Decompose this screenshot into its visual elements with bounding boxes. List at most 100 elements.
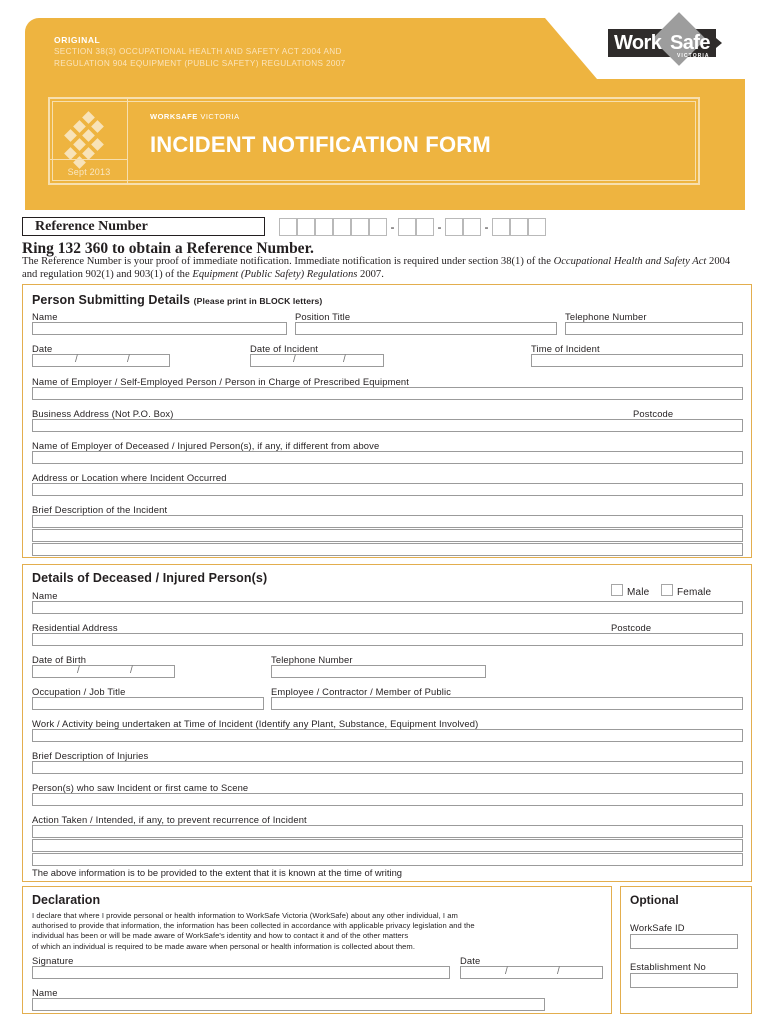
label-witnesses: Person(s) who saw Incident or first came… <box>32 782 249 793</box>
label-establishment-no: Establishment No <box>630 961 706 972</box>
title-box-left-column: Sept 2013 <box>50 99 128 183</box>
input-business-address[interactable] <box>32 419 743 432</box>
label-business-address: Business Address (Not P.O. Box) <box>32 408 174 419</box>
reference-number-box[interactable] <box>463 217 481 236</box>
label-business-postcode: Postcode <box>633 408 674 419</box>
input-witnesses[interactable] <box>32 793 743 806</box>
deceased-details-footnote: The above information is to be provided … <box>32 867 402 878</box>
reference-number-box[interactable] <box>315 217 333 236</box>
label-occupation: Occupation / Job Title <box>32 686 126 697</box>
input-residential-address[interactable] <box>32 633 743 646</box>
input-deceased-name[interactable] <box>32 601 743 614</box>
input-date-of-incident[interactable]: / / <box>250 354 384 367</box>
logo-victoria-text: VICTORIA <box>677 53 710 59</box>
reference-number-box[interactable] <box>297 217 315 236</box>
label-signature: Signature <box>32 955 74 966</box>
label-employee-type: Employee / Contractor / Member of Public <box>271 686 452 697</box>
input-employer-name[interactable] <box>32 387 743 400</box>
label-incident-location: Address or Location where Incident Occur… <box>32 472 227 483</box>
label-telephone-number: Telephone Number <box>565 311 647 322</box>
input-action-taken-line-2[interactable] <box>32 839 743 852</box>
label-employer-name: Name of Employer / Self-Employed Person … <box>32 376 410 387</box>
dob-separator-1: / <box>77 665 80 676</box>
declaration-line-2: authorised to provide that information, … <box>32 921 475 931</box>
input-incident-location[interactable] <box>32 483 743 496</box>
legal-line-2: REGULATION 904 EQUIPMENT (PUBLIC SAFETY)… <box>54 58 346 68</box>
person-submitting-heading-sub: (Please print in BLOCK letters) <box>193 296 323 306</box>
declaration-line-4: of which an individual is required to be… <box>32 941 415 951</box>
reference-number-input-boxes[interactable]: --- <box>279 217 546 236</box>
incident-notification-form-page: ORIGINAL SECTION 38(3) OCCUPATIONAL HEAL… <box>0 0 770 1024</box>
title-kicker-light: VICTORIA <box>200 112 240 121</box>
input-submitter-telephone[interactable] <box>565 322 743 335</box>
input-establishment-no[interactable] <box>630 973 738 988</box>
reference-number-box[interactable] <box>279 217 297 236</box>
input-employee-type[interactable] <box>271 697 743 710</box>
reference-number-box[interactable] <box>333 217 351 236</box>
worksafe-logo: Work Safe VICTORIA <box>602 12 732 68</box>
input-action-taken-line-1[interactable] <box>32 825 743 838</box>
optional-heading: Optional <box>630 893 679 907</box>
title-box: Sept 2013 WORKSAFE VICTORIA INCIDENT NOT… <box>48 97 700 185</box>
form-header: ORIGINAL SECTION 38(3) OCCUPATIONAL HEAL… <box>0 0 770 215</box>
title-box-right-column: WORKSAFE VICTORIA INCIDENT NOTIFICATION … <box>128 99 698 183</box>
reference-number-separator: - <box>437 219 442 234</box>
label-date-of-incident: Date of Incident <box>250 343 319 354</box>
label-declaration-name: Name <box>32 987 58 998</box>
logo-safe-text: Safe <box>670 32 710 54</box>
label-residential-address: Residential Address <box>32 622 118 633</box>
label-male: Male <box>627 587 650 598</box>
label-name: Name <box>32 311 58 322</box>
reference-number-separator: - <box>390 219 395 234</box>
declaration-line-3: individual has been or will be made awar… <box>32 931 409 941</box>
input-submitter-date[interactable]: / / <box>32 354 170 367</box>
input-brief-description-line-3[interactable] <box>32 543 743 556</box>
title-kicker: WORKSAFE VICTORIA <box>150 112 240 121</box>
person-submitting-heading-text: Person Submitting Details <box>32 293 191 307</box>
incident-date-separator-1: / <box>293 354 296 365</box>
reference-number-box[interactable] <box>445 217 463 236</box>
input-position-title[interactable] <box>295 322 557 335</box>
input-worksafe-id[interactable] <box>630 934 738 949</box>
input-action-taken-line-3[interactable] <box>32 853 743 866</box>
reference-number-box[interactable] <box>416 217 434 236</box>
decl-date-separator-1: / <box>505 966 508 977</box>
input-brief-description-line-2[interactable] <box>32 529 743 542</box>
input-signature[interactable] <box>32 966 450 979</box>
label-residential-postcode: Postcode <box>611 622 652 633</box>
reference-number-box[interactable] <box>528 217 546 236</box>
input-occupation[interactable] <box>32 697 264 710</box>
reference-number-separator: - <box>484 219 489 234</box>
checkbox-male[interactable] <box>611 584 623 596</box>
logo-arrow-shape <box>710 33 722 53</box>
reference-number-row: Reference Number - - - <box>22 217 752 237</box>
input-brief-description-line-1[interactable] <box>32 515 743 528</box>
reference-number-box[interactable] <box>351 217 369 236</box>
input-employer-of-deceased[interactable] <box>32 451 743 464</box>
checkbox-female[interactable] <box>661 584 673 596</box>
input-declaration-name[interactable] <box>32 998 545 1011</box>
reference-number-box[interactable] <box>398 217 416 236</box>
input-declaration-date[interactable]: / / <box>460 966 603 979</box>
reference-number-box[interactable] <box>492 217 510 236</box>
title-kicker-bold: WORKSAFE <box>150 112 198 121</box>
label-position-title: Position Title <box>295 311 351 322</box>
label-action-taken: Action Taken / Intended, if any, to prev… <box>32 814 307 825</box>
reference-number-box[interactable] <box>510 217 528 236</box>
ref-legal-part-1: The Reference Number is your proof of im… <box>22 256 554 267</box>
reference-number-box[interactable] <box>369 217 387 236</box>
input-brief-injuries[interactable] <box>32 761 743 774</box>
ref-legal-italic-1: Occupational Health and Safety Act <box>553 256 707 267</box>
date-separator-1: / <box>75 354 78 365</box>
reference-number-label: Reference Number <box>22 217 265 236</box>
input-submitter-name[interactable] <box>32 322 287 335</box>
ref-legal-italic-2: Equipment (Public Safety) Regulations <box>192 268 358 280</box>
original-label: ORIGINAL <box>54 35 101 45</box>
input-work-activity[interactable] <box>32 729 743 742</box>
input-deceased-telephone[interactable] <box>271 665 486 678</box>
input-time-of-incident[interactable] <box>531 354 743 367</box>
dob-separator-2: / <box>130 665 133 676</box>
input-date-of-birth[interactable]: / / <box>32 665 175 678</box>
label-worksafe-id: WorkSafe ID <box>630 922 685 933</box>
diamond-pattern-icon <box>64 111 112 169</box>
